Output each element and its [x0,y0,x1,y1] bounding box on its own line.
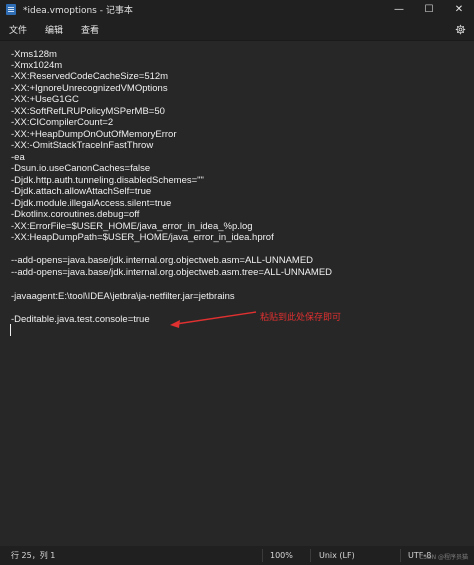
settings-button[interactable] [450,18,470,40]
notepad-icon [6,3,16,15]
menu-view[interactable]: 查看 [72,18,108,40]
status-divider [262,549,263,562]
text-editor[interactable]: -Xms128m -Xmx1024m -XX:ReservedCodeCache… [0,40,474,546]
status-line-ending: Unix (LF) [319,551,355,560]
watermark: CSDN @程序员猫 [418,554,468,561]
annotation-arrow [170,311,257,328]
minimize-icon: — [394,3,404,15]
window-controls: — ☐ ✕ [384,0,474,18]
minimize-button[interactable]: — [384,0,414,18]
status-position: 行 25，列 1 [11,551,56,560]
menu-bar: 文件 编辑 查看 [0,18,474,40]
status-bar: 行 25，列 1 100% Unix (LF) UTF-8 CSDN @程序员猫 [0,546,474,565]
window-title: *idea.vmoptions - 记事本 [23,5,133,16]
title-bar: *idea.vmoptions - 记事本 — ☐ ✕ [0,0,474,18]
close-icon: ✕ [454,3,464,15]
status-divider [310,549,311,562]
menu-file[interactable]: 文件 [0,18,36,40]
close-button[interactable]: ✕ [444,0,474,18]
menu-edit[interactable]: 编辑 [36,18,72,40]
gear-icon [455,24,465,34]
annotation-label: 粘贴到此处保存即可 [260,313,342,323]
status-zoom: 100% [270,551,293,560]
maximize-button[interactable]: ☐ [414,0,444,18]
status-divider [400,549,401,562]
maximize-icon: ☐ [424,3,434,15]
